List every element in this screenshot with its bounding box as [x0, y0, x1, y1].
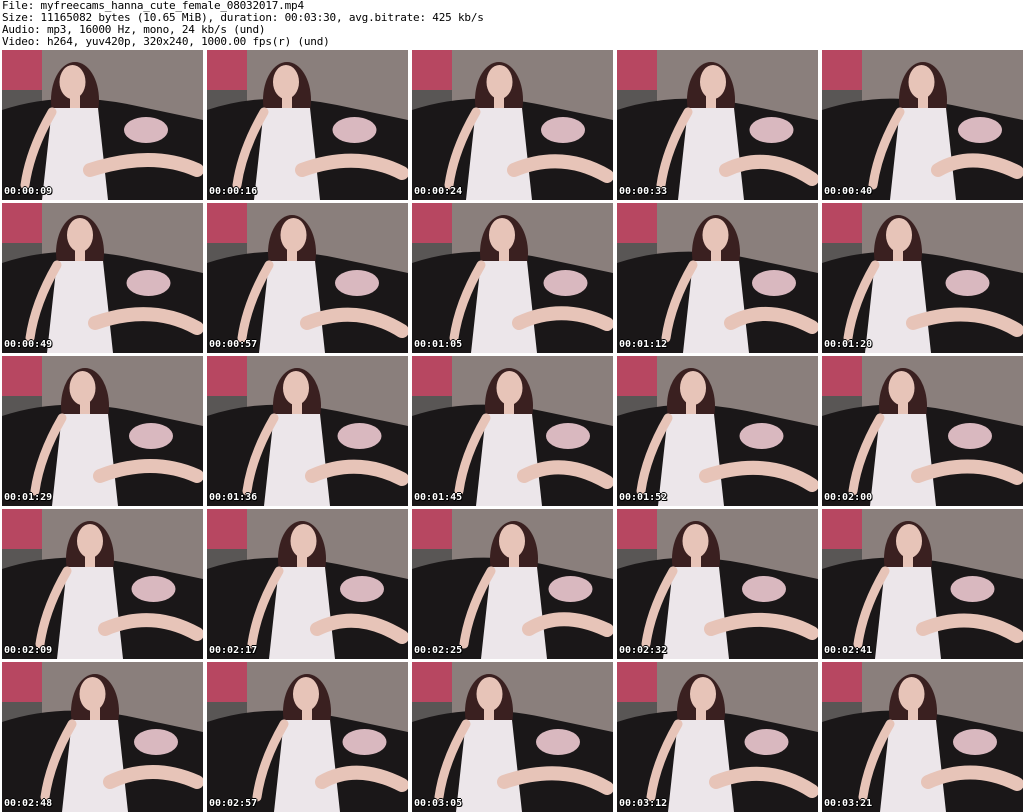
file-info-header: File: myfreecams_hanna_cute_female_08032… — [2, 0, 1022, 48]
thumbnail-timestamp: 00:01:05 — [414, 339, 463, 350]
frame-image — [207, 662, 408, 812]
video-thumbnail: 00:01:36 — [207, 356, 408, 506]
thumbnail-timestamp: 00:01:20 — [824, 339, 873, 350]
frame-image — [207, 50, 408, 200]
frame-image — [2, 662, 203, 812]
thumbnail-timestamp: 00:02:17 — [209, 645, 258, 656]
frame-image — [412, 356, 613, 506]
frame-image — [822, 203, 1023, 353]
frame-image — [822, 50, 1023, 200]
frame-image — [412, 662, 613, 812]
thumbnail-timestamp: 00:00:09 — [4, 186, 53, 197]
frame-image — [617, 662, 818, 812]
thumbnail-timestamp: 00:01:12 — [619, 339, 668, 350]
thumbnail-timestamp: 00:03:05 — [414, 798, 463, 809]
video-thumbnail: 00:02:32 — [617, 509, 818, 659]
video-thumbnail: 00:01:52 — [617, 356, 818, 506]
video-thumbnail: 00:03:21 — [822, 662, 1023, 812]
frame-image — [2, 50, 203, 200]
thumbnail-timestamp: 00:00:49 — [4, 339, 53, 350]
thumbnail-timestamp: 00:03:12 — [619, 798, 668, 809]
thumbnail-timestamp: 00:02:09 — [4, 645, 53, 656]
thumbnail-timestamp: 00:00:40 — [824, 186, 873, 197]
video-thumbnail: 00:00:16 — [207, 50, 408, 200]
frame-image — [2, 356, 203, 506]
frame-image — [822, 662, 1023, 812]
video-thumbnail: 00:00:24 — [412, 50, 613, 200]
video-thumbnail: 00:00:40 — [822, 50, 1023, 200]
frame-image — [822, 356, 1023, 506]
frame-image — [2, 203, 203, 353]
video-thumbnail: 00:02:57 — [207, 662, 408, 812]
frame-image — [822, 509, 1023, 659]
frame-image — [412, 50, 613, 200]
thumbnail-timestamp: 00:00:24 — [414, 186, 463, 197]
thumbnail-timestamp: 00:03:21 — [824, 798, 873, 809]
thumbnail-timestamp: 00:00:57 — [209, 339, 258, 350]
thumbnail-timestamp: 00:00:33 — [619, 186, 668, 197]
video-thumbnail: 00:03:05 — [412, 662, 613, 812]
frame-image — [617, 509, 818, 659]
thumbnail-timestamp: 00:02:41 — [824, 645, 873, 656]
video-info-line: Video: h264, yuv420p, 320x240, 1000.00 f… — [2, 35, 330, 48]
thumbnail-timestamp: 00:02:48 — [4, 798, 53, 809]
thumbnail-timestamp: 00:01:36 — [209, 492, 258, 503]
frame-image — [412, 203, 613, 353]
frame-image — [2, 509, 203, 659]
video-thumbnail: 00:00:57 — [207, 203, 408, 353]
video-thumbnail: 00:01:12 — [617, 203, 818, 353]
thumbnail-timestamp: 00:02:25 — [414, 645, 463, 656]
frame-image — [207, 356, 408, 506]
frame-image — [207, 203, 408, 353]
video-thumbnail: 00:01:29 — [2, 356, 203, 506]
frame-image — [207, 509, 408, 659]
video-thumbnail: 00:02:17 — [207, 509, 408, 659]
video-thumbnail: 00:03:12 — [617, 662, 818, 812]
video-thumbnail: 00:01:20 — [822, 203, 1023, 353]
video-thumbnail: 00:01:45 — [412, 356, 613, 506]
frame-image — [617, 203, 818, 353]
thumbnail-timestamp: 00:02:32 — [619, 645, 668, 656]
thumbnail-timestamp: 00:02:00 — [824, 492, 873, 503]
thumbnail-grid: 00:00:09 00:00:16 00:00:24 00:00:33 00:00:40… — [0, 50, 1024, 812]
frame-image — [617, 356, 818, 506]
thumbnail-timestamp: 00:01:52 — [619, 492, 668, 503]
video-thumbnail: 00:02:00 — [822, 356, 1023, 506]
video-thumbnail: 00:02:48 — [2, 662, 203, 812]
frame-image — [617, 50, 818, 200]
video-thumbnail: 00:01:05 — [412, 203, 613, 353]
video-thumbnail: 00:02:09 — [2, 509, 203, 659]
thumbnail-timestamp: 00:02:57 — [209, 798, 258, 809]
video-thumbnail: 00:00:09 — [2, 50, 203, 200]
thumbnail-timestamp: 00:00:16 — [209, 186, 258, 197]
thumbnail-timestamp: 00:01:45 — [414, 492, 463, 503]
frame-image — [412, 509, 613, 659]
video-thumbnail: 00:02:25 — [412, 509, 613, 659]
video-thumbnail: 00:02:41 — [822, 509, 1023, 659]
thumbnail-timestamp: 00:01:29 — [4, 492, 53, 503]
video-thumbnail: 00:00:33 — [617, 50, 818, 200]
video-thumbnail: 00:00:49 — [2, 203, 203, 353]
